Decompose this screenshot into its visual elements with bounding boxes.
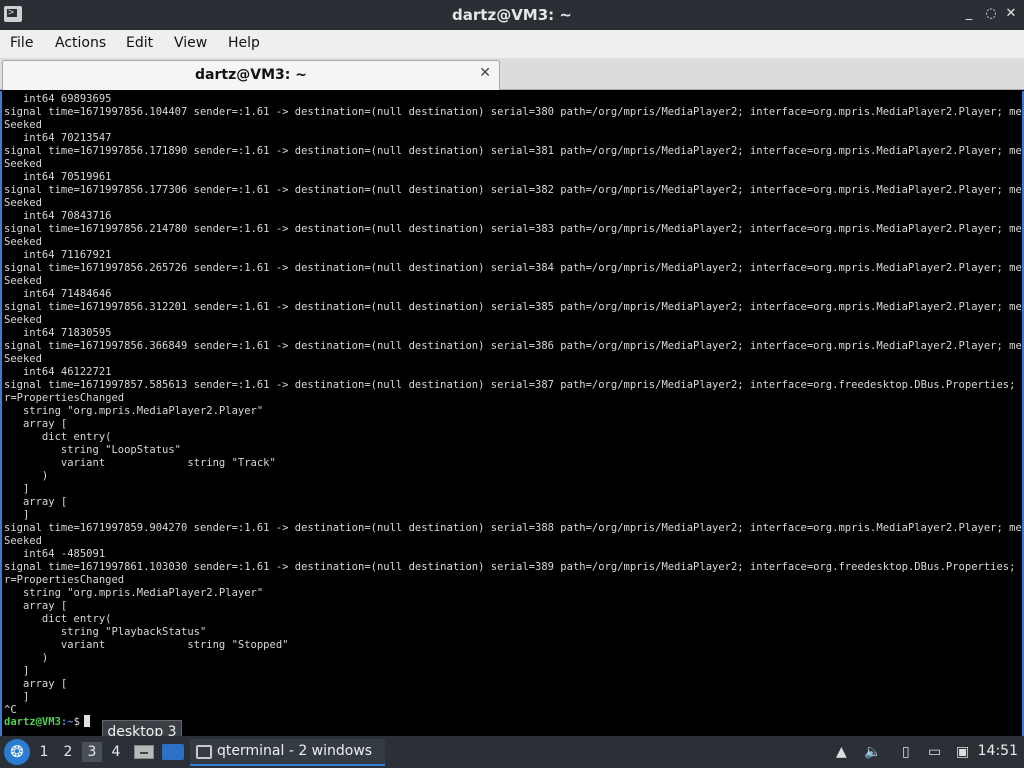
terminal-line: string "org.mpris.MediaPlayer2.Player" bbox=[4, 587, 264, 599]
terminal-line: variant string "Stopped" bbox=[4, 639, 289, 651]
terminal-line: Seeked bbox=[4, 158, 42, 170]
restore-button[interactable]: ◌ bbox=[984, 6, 998, 22]
terminal-line: r=PropertiesChanged bbox=[4, 392, 125, 404]
terminal-line: array [ bbox=[4, 418, 68, 430]
terminal-line: variant string "Track" bbox=[4, 457, 276, 469]
close-button[interactable]: ✕ bbox=[1004, 6, 1018, 22]
show-desktop-icon[interactable] bbox=[134, 745, 154, 759]
window-titlebar[interactable]: >_ dartz@VM3: ~ _ ◌ ✕ bbox=[0, 0, 1024, 30]
terminal-prompt: dartz@VM3:~$ bbox=[4, 715, 90, 729]
menubar: File Actions Edit View Help bbox=[0, 30, 1024, 58]
terminal-line: Seeked bbox=[4, 353, 42, 365]
terminal-line: int64 70843716 bbox=[4, 210, 112, 222]
task-qterminal[interactable]: qterminal - 2 windows bbox=[190, 739, 385, 766]
tab-label: dartz@VM3: ~ bbox=[195, 67, 307, 83]
desktop-3-button[interactable]: 3 bbox=[82, 742, 102, 762]
terminal-line: ] bbox=[4, 691, 30, 703]
terminal-line: signal time=1671997856.104407 sender=:1.… bbox=[4, 106, 1024, 118]
terminal-output: int64 69893695 signal time=1671997856.104… bbox=[4, 93, 1024, 717]
tab-terminal[interactable]: dartz@VM3: ~ ✕ bbox=[2, 60, 500, 90]
desktop-1-button[interactable]: 1 bbox=[34, 742, 54, 762]
terminal-line: signal time=1671997856.265726 sender=:1.… bbox=[4, 262, 1024, 274]
display-icon[interactable]: ▣ bbox=[956, 743, 969, 761]
terminal-line: int64 70213547 bbox=[4, 132, 112, 144]
menu-help[interactable]: Help bbox=[228, 34, 260, 52]
clock: 14:51 bbox=[977, 743, 1018, 759]
terminal-line: int64 71830595 bbox=[4, 327, 112, 339]
window-title: dartz@VM3: ~ bbox=[452, 6, 572, 24]
terminal-line: signal time=1671997856.366849 sender=:1.… bbox=[4, 340, 1024, 352]
terminal-line: ] bbox=[4, 665, 30, 677]
terminal-line: dict entry( bbox=[4, 431, 112, 443]
menu-file[interactable]: File bbox=[10, 34, 33, 52]
terminal-line: int64 69893695 bbox=[4, 93, 112, 105]
task-label: qterminal - 2 windows bbox=[217, 743, 373, 759]
terminal-line: Seeked bbox=[4, 535, 42, 547]
terminal-line: ) bbox=[4, 470, 49, 482]
terminal-line: signal time=1671997857.585613 sender=:1.… bbox=[4, 379, 1024, 391]
terminal-line: signal time=1671997861.103030 sender=:1.… bbox=[4, 561, 1024, 573]
terminal-line: signal time=1671997856.177306 sender=:1.… bbox=[4, 184, 1024, 196]
terminal-line: Seeked bbox=[4, 275, 42, 287]
prompt-symbol: $ bbox=[73, 716, 80, 728]
terminal-line: array [ bbox=[4, 600, 68, 612]
terminal-line: signal time=1671997856.171890 sender=:1.… bbox=[4, 145, 1024, 157]
network-icon[interactable]: ▭ bbox=[928, 743, 941, 761]
terminal-line: string "LoopStatus" bbox=[4, 444, 182, 456]
terminal-line: array [ bbox=[4, 496, 68, 508]
terminal-line: ] bbox=[4, 483, 30, 495]
terminal-line: Seeked bbox=[4, 314, 42, 326]
terminal-line: signal time=1671997859.904270 sender=:1.… bbox=[4, 522, 1024, 534]
menu-actions[interactable]: Actions bbox=[55, 34, 106, 52]
desktop-2-button[interactable]: 2 bbox=[58, 742, 78, 762]
tab-bar: dartz@VM3: ~ ✕ bbox=[0, 58, 1024, 90]
desktop-4-button[interactable]: 4 bbox=[106, 742, 126, 762]
menu-view[interactable]: View bbox=[174, 34, 207, 52]
menu-edit[interactable]: Edit bbox=[126, 34, 153, 52]
taskbar: ❂ 1 2 3 4 qterminal - 2 windows ▲ 🔈 ▯ ▭ … bbox=[0, 736, 1024, 768]
terminal-line: dict entry( bbox=[4, 613, 112, 625]
prompt-user-host: dartz@VM3 bbox=[4, 716, 61, 728]
text-cursor bbox=[83, 715, 90, 727]
terminal-line: ] bbox=[4, 509, 30, 521]
terminal-line: signal time=1671997856.214780 sender=:1.… bbox=[4, 223, 1024, 235]
terminal-icon bbox=[196, 745, 212, 759]
scroll-icon[interactable]: ▲ bbox=[836, 743, 847, 761]
terminal-line: Seeked bbox=[4, 197, 42, 209]
terminal-line: int64 -485091 bbox=[4, 548, 106, 560]
clipboard-icon[interactable]: ▯ bbox=[902, 743, 910, 761]
terminal-line: int64 71167921 bbox=[4, 249, 112, 261]
terminal-line: int64 70519961 bbox=[4, 171, 112, 183]
terminal-line: Seeked bbox=[4, 236, 42, 248]
lxqt-menu-icon[interactable]: ❂ bbox=[4, 739, 30, 765]
volume-icon[interactable]: 🔈 bbox=[864, 743, 881, 761]
terminal-line: ^C bbox=[4, 704, 17, 716]
terminal-line: int64 46122721 bbox=[4, 366, 112, 378]
terminal-line: int64 71484646 bbox=[4, 288, 112, 300]
terminal-line: ) bbox=[4, 652, 49, 664]
terminal-line: string "org.mpris.MediaPlayer2.Player" bbox=[4, 405, 264, 417]
terminal-line: r=PropertiesChanged bbox=[4, 574, 125, 586]
file-manager-icon[interactable] bbox=[162, 744, 184, 760]
terminal-line: array [ bbox=[4, 678, 68, 690]
terminal-line: signal time=1671997856.312201 sender=:1.… bbox=[4, 301, 1024, 313]
terminal-line: string "PlaybackStatus" bbox=[4, 626, 207, 638]
terminal-view[interactable]: int64 69893695 signal time=1671997856.104… bbox=[0, 91, 1024, 736]
minimize-button[interactable]: _ bbox=[962, 6, 976, 22]
terminal-line: Seeked bbox=[4, 119, 42, 131]
prompt-path: :~ bbox=[60, 716, 74, 728]
tab-close-icon[interactable]: ✕ bbox=[479, 65, 491, 81]
